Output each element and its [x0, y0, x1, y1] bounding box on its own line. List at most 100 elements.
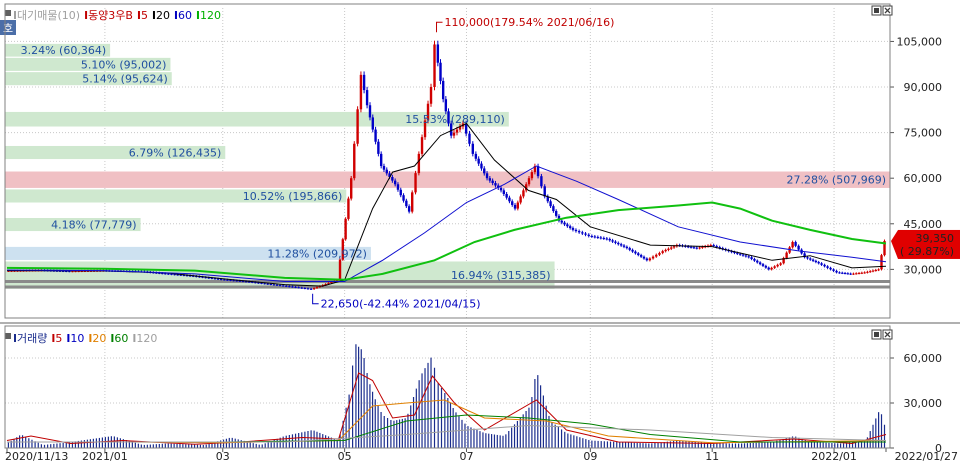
candle-body [761, 264, 765, 266]
candle-body [433, 44, 436, 88]
candle-body [563, 222, 566, 225]
candle-body [417, 153, 421, 174]
volume-legend-label[interactable]: 120 [136, 332, 157, 345]
candle-body [377, 141, 380, 154]
candle-body [712, 245, 715, 247]
candle-body [843, 273, 847, 275]
candle-body [866, 271, 869, 273]
candle-body [399, 189, 402, 196]
candle-body [382, 166, 386, 170]
candle-body [753, 258, 756, 261]
candle-body [581, 232, 584, 234]
volume-legend-label[interactable]: 60 [114, 332, 128, 345]
candle-body [806, 257, 809, 259]
stock-chart[interactable]: 3.24% (60,364)5.10% (95,002) 5.14% (95,62… [0, 0, 960, 464]
candle-body [871, 270, 875, 272]
candle-body [577, 231, 581, 233]
candle-body [776, 264, 779, 267]
candle-body [773, 266, 776, 268]
x-axis-label: 09 [583, 450, 597, 463]
candle-body [414, 173, 417, 193]
candle-body [226, 279, 229, 281]
candle-body [519, 196, 522, 203]
candle-body [637, 253, 640, 256]
volume-legend-swatch [133, 334, 136, 342]
candle-body [664, 249, 667, 252]
candle-body [522, 190, 525, 197]
x-axis-label: 07 [459, 450, 473, 463]
candle-body [747, 256, 750, 258]
candle-body [485, 173, 489, 179]
legend-label[interactable]: 120 [200, 9, 221, 22]
candle-body [223, 279, 226, 281]
current-price-value: 39,350 [916, 232, 955, 245]
candle-body [371, 117, 374, 130]
candle-body [593, 236, 597, 238]
candle-body [849, 273, 852, 275]
candle-body [365, 90, 369, 106]
candle-body [835, 270, 838, 273]
candle-body [628, 248, 631, 250]
maximize-icon-glyph [874, 332, 879, 337]
candle-body [527, 178, 531, 185]
candle-body [566, 224, 569, 227]
candle-body [860, 272, 864, 274]
candle-body [275, 284, 279, 286]
legend-swatch [85, 11, 88, 19]
candle-body [272, 284, 276, 286]
low-annotation: 22,650(-42.44% 2021/04/15) [321, 298, 481, 311]
candle-body [379, 153, 383, 167]
candle-body [285, 285, 288, 287]
candle-body [488, 178, 492, 181]
candle-body [838, 272, 841, 274]
candle-body [356, 109, 359, 144]
candle-body [758, 262, 762, 265]
legend-label[interactable]: 동양3우B [88, 9, 133, 22]
legend-swatch [174, 11, 177, 19]
volume-y-axis-label: 60,000 [904, 352, 943, 365]
legend-label[interactable]: 20 [156, 9, 170, 22]
candle-body [508, 197, 511, 202]
candle-body [642, 256, 646, 259]
volume-legend-label[interactable]: 20 [92, 332, 106, 345]
volume-profile-label: 5.10% (95,002) [81, 58, 167, 71]
candle-body [266, 283, 269, 285]
volume-legend-label[interactable]: 10 [70, 332, 84, 345]
candle-body [744, 255, 748, 257]
candle-body [692, 247, 696, 249]
candle-body [362, 74, 366, 91]
legend-label[interactable]: 5 [141, 9, 148, 22]
candle-body [634, 251, 637, 254]
y-axis-label: 45,000 [904, 218, 943, 231]
candle-body [491, 180, 494, 184]
candle-body [602, 237, 606, 239]
candle-body [468, 133, 471, 144]
legend-label[interactable]: 60 [178, 9, 192, 22]
candle-body [764, 265, 768, 268]
candle-body [574, 229, 578, 232]
candle-body [494, 183, 497, 186]
candle-body [167, 273, 170, 275]
candle-body [347, 198, 350, 219]
candle-body [474, 153, 478, 159]
candle-body [655, 254, 658, 257]
candle-body [709, 245, 712, 247]
candle-body [571, 228, 575, 230]
candle-body [625, 246, 629, 249]
candle-body [294, 286, 297, 288]
candle-body [614, 241, 617, 243]
candle-body [405, 200, 408, 207]
volume-profile-label: 27.28% (507,969) [786, 174, 886, 187]
candle-body [658, 252, 661, 255]
maximize-icon-glyph [874, 8, 879, 13]
volume-legend-swatch [111, 334, 114, 342]
volume-legend-swatch [52, 334, 55, 342]
volume-legend-swatch [89, 334, 92, 342]
legend-label[interactable]: 대기매물(10) [17, 9, 80, 22]
x-axis-label: 2020/11/13 [5, 450, 68, 463]
candle-body [770, 267, 773, 270]
high-annotation: 110,000(179.54% 2021/06/16) [445, 16, 615, 29]
volume-legend-label[interactable]: 거래량 [17, 332, 47, 345]
candle-body [841, 272, 844, 274]
volume-legend-label[interactable]: 5 [55, 332, 62, 345]
